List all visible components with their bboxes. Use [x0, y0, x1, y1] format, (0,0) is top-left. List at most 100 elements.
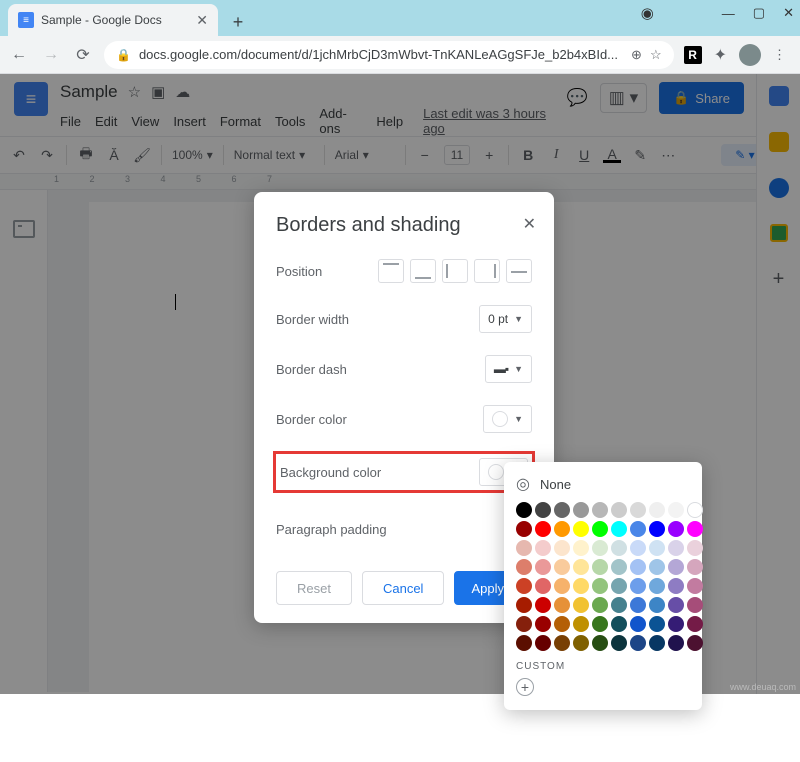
color-swatch[interactable]	[535, 502, 551, 518]
color-swatch[interactable]	[554, 559, 570, 575]
browser-tab[interactable]: ≡ Sample - Google Docs ✕	[8, 4, 218, 36]
color-swatch[interactable]	[687, 559, 703, 575]
cancel-button[interactable]: Cancel	[362, 571, 444, 605]
color-swatch[interactable]	[630, 521, 646, 537]
color-swatch[interactable]	[535, 521, 551, 537]
text-color-icon[interactable]: A	[603, 148, 621, 163]
menu-insert[interactable]: Insert	[173, 114, 206, 129]
new-tab-button[interactable]: +	[224, 8, 252, 36]
color-swatch[interactable]	[592, 540, 608, 556]
docs-logo-icon[interactable]: ≡	[14, 82, 48, 116]
extension-r-icon[interactable]: R	[684, 46, 702, 64]
italic-icon[interactable]: I	[547, 147, 565, 163]
color-swatch[interactable]	[611, 559, 627, 575]
font-dropdown[interactable]: Arial ▾	[335, 148, 395, 162]
doc-title[interactable]: Sample	[60, 82, 118, 102]
color-swatch[interactable]	[516, 502, 532, 518]
border-position-right[interactable]	[474, 259, 500, 283]
border-position-between[interactable]	[506, 259, 532, 283]
undo-icon[interactable]: ↶	[10, 147, 28, 164]
calendar-addon-icon[interactable]	[769, 86, 789, 106]
color-swatch[interactable]	[554, 578, 570, 594]
color-swatch[interactable]	[649, 616, 665, 632]
reset-button[interactable]: Reset	[276, 571, 352, 605]
spellcheck-icon[interactable]: Ă	[105, 147, 123, 163]
maps-addon-icon[interactable]	[770, 224, 788, 242]
window-maximize[interactable]: ▢	[753, 5, 765, 21]
print-icon[interactable]: 🖶	[77, 143, 95, 167]
chrome-menu-icon[interactable]: ⋮	[773, 47, 786, 63]
paint-format-icon[interactable]: 🖌	[133, 147, 151, 164]
comments-icon[interactable]: 💬	[567, 88, 588, 108]
color-swatch[interactable]	[592, 559, 608, 575]
color-swatch[interactable]	[611, 540, 627, 556]
highlight-icon[interactable]: ✎	[631, 147, 649, 164]
menu-format[interactable]: Format	[220, 114, 261, 129]
nav-back-icon[interactable]: ←	[8, 46, 30, 64]
color-swatch[interactable]	[687, 502, 703, 518]
border-width-dropdown[interactable]: 0 pt▼	[479, 305, 532, 333]
color-swatch[interactable]	[687, 597, 703, 613]
share-button[interactable]: 🔒 Share	[659, 82, 744, 114]
menu-addons[interactable]: Add-ons	[319, 106, 362, 136]
border-position-top[interactable]	[378, 259, 404, 283]
redo-icon[interactable]: ↷	[38, 147, 56, 164]
color-swatch[interactable]	[668, 521, 684, 537]
color-swatch[interactable]	[535, 578, 551, 594]
color-swatch[interactable]	[611, 502, 627, 518]
more-icon[interactable]: ⋯	[659, 147, 677, 164]
color-swatch[interactable]	[592, 597, 608, 613]
menu-edit[interactable]: Edit	[95, 114, 117, 129]
color-swatch[interactable]	[668, 635, 684, 651]
menu-view[interactable]: View	[131, 114, 159, 129]
outline-icon[interactable]	[13, 220, 35, 238]
move-icon[interactable]: ▣	[151, 83, 165, 101]
color-swatch[interactable]	[630, 616, 646, 632]
color-swatch[interactable]	[554, 616, 570, 632]
color-swatch[interactable]	[573, 635, 589, 651]
color-swatch[interactable]	[592, 521, 608, 537]
color-swatch[interactable]	[668, 578, 684, 594]
color-swatch[interactable]	[668, 502, 684, 518]
color-swatch[interactable]	[630, 502, 646, 518]
zoom-dropdown[interactable]: 100% ▾	[172, 148, 213, 162]
color-swatch[interactable]	[668, 597, 684, 613]
color-swatch[interactable]	[592, 616, 608, 632]
color-swatch[interactable]	[668, 616, 684, 632]
color-swatch[interactable]	[535, 597, 551, 613]
color-swatch[interactable]	[611, 521, 627, 537]
color-swatch[interactable]	[554, 502, 570, 518]
color-swatch[interactable]	[535, 635, 551, 651]
border-color-dropdown[interactable]: ▼	[483, 405, 532, 433]
color-swatch[interactable]	[630, 540, 646, 556]
color-swatch[interactable]	[573, 616, 589, 632]
color-none-option[interactable]: ◎ None	[516, 474, 690, 502]
color-swatch[interactable]	[554, 597, 570, 613]
color-swatch[interactable]	[649, 559, 665, 575]
color-swatch[interactable]	[573, 597, 589, 613]
color-swatch[interactable]	[516, 521, 532, 537]
apply-button[interactable]: Apply	[454, 571, 510, 605]
color-swatch[interactable]	[573, 540, 589, 556]
color-swatch[interactable]	[630, 559, 646, 575]
present-button[interactable]: ▥ ▾	[600, 83, 647, 113]
color-swatch[interactable]	[592, 502, 608, 518]
color-swatch[interactable]	[687, 521, 703, 537]
color-swatch[interactable]	[535, 559, 551, 575]
color-swatch[interactable]	[687, 635, 703, 651]
profile-icon[interactable]: ◉	[641, 4, 654, 22]
color-swatch[interactable]	[554, 635, 570, 651]
color-swatch[interactable]	[516, 635, 532, 651]
menu-tools[interactable]: Tools	[275, 114, 305, 129]
dialog-close-icon[interactable]: ✕	[523, 214, 536, 234]
last-edit-link[interactable]: Last edit was 3 hours ago	[423, 106, 555, 136]
font-size-decrease[interactable]: −	[416, 147, 434, 163]
color-swatch[interactable]	[611, 578, 627, 594]
color-swatch[interactable]	[630, 635, 646, 651]
color-swatch[interactable]	[554, 521, 570, 537]
font-size-input[interactable]: 11	[444, 145, 470, 165]
bookmark-star-icon[interactable]: ☆	[650, 47, 662, 63]
color-swatch[interactable]	[630, 578, 646, 594]
nav-reload-icon[interactable]: ⟳	[72, 45, 94, 65]
color-swatch[interactable]	[649, 635, 665, 651]
